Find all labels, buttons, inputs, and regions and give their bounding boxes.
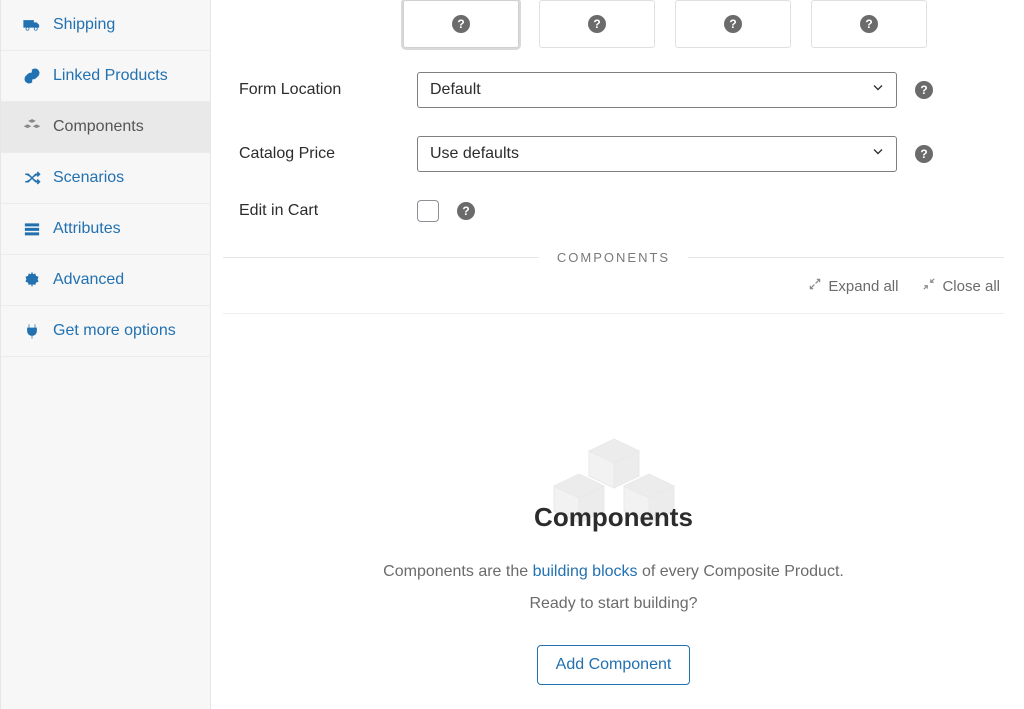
help-icon[interactable]: ? [588,15,606,33]
list-icon [23,220,41,238]
sidebar-item-scenarios[interactable]: Scenarios [1,153,210,204]
layout-option-2[interactable]: ? [539,0,655,48]
edit-in-cart-label: Edit in Cart [239,202,399,220]
section-title: COMPONENTS [557,250,670,265]
edit-in-cart-checkbox[interactable] [417,200,439,222]
catalog-price-select[interactable]: Use defaults [417,136,897,172]
expand-all-link[interactable]: Expand all [808,277,898,295]
gear-icon [23,271,41,289]
sidebar-item-label: Attributes [53,220,121,238]
add-component-button[interactable]: Add Component [537,645,691,685]
sidebar-item-advanced[interactable]: Advanced [1,255,210,306]
catalog-price-label: Catalog Price [239,145,399,163]
collapse-icon [922,277,936,295]
sidebar-item-label: Components [53,118,144,136]
sidebar-item-label: Linked Products [53,67,168,85]
close-all-link[interactable]: Close all [922,277,1000,295]
help-icon[interactable]: ? [915,145,933,163]
main-panel: ? ? ? ? Form Location Default ? Cata [211,0,1024,709]
sidebar-item-label: Scenarios [53,169,124,187]
row-form-location: Form Location Default ? [239,72,1004,108]
sidebar-item-label: Shipping [53,16,115,34]
sidebar-item-components[interactable]: Components [1,102,210,153]
link-icon [23,67,41,85]
form-location-value: Default [430,81,481,99]
sidebar-item-label: Advanced [53,271,124,289]
catalog-price-value: Use defaults [430,145,519,163]
help-icon[interactable]: ? [457,202,475,220]
layout-option-cards: ? ? ? ? [403,0,1004,48]
layout-option-3[interactable]: ? [675,0,791,48]
chevron-down-icon [870,144,886,165]
layout-option-1[interactable]: ? [403,0,519,48]
help-icon[interactable]: ? [724,15,742,33]
empty-subtext: Ready to start building? [529,595,697,613]
expand-icon [808,277,822,295]
sidebar-item-get-more-options[interactable]: Get more options [1,306,210,357]
form-location-select[interactable]: Default [417,72,897,108]
expand-collapse-bar: Expand all Close all [223,271,1004,314]
cubes-icon [23,118,41,136]
close-all-label: Close all [942,278,1000,295]
empty-heading: Components [534,502,693,533]
sidebar-item-shipping[interactable]: Shipping [1,0,210,51]
help-icon[interactable]: ? [452,15,470,33]
sidebar-item-attributes[interactable]: Attributes [1,204,210,255]
product-data-sidebar: Shipping Linked Products Components Scen… [1,0,211,709]
layout-option-4[interactable]: ? [811,0,927,48]
expand-all-label: Expand all [828,278,898,295]
row-edit-in-cart: Edit in Cart ? [239,200,1004,222]
plug-icon [23,322,41,340]
building-blocks-link[interactable]: building blocks [533,563,638,580]
components-section-divider: COMPONENTS [223,250,1004,265]
help-icon[interactable]: ? [915,81,933,99]
components-empty-state: Components Components are the building b… [223,314,1004,685]
empty-description: Components are the building blocks of ev… [383,563,844,581]
chevron-down-icon [870,80,886,101]
row-catalog-price: Catalog Price Use defaults ? [239,136,1004,172]
form-location-label: Form Location [239,81,399,99]
truck-icon [23,16,41,34]
help-icon[interactable]: ? [860,15,878,33]
sidebar-item-label: Get more options [53,322,176,340]
sidebar-item-linked-products[interactable]: Linked Products [1,51,210,102]
shuffle-icon [23,169,41,187]
